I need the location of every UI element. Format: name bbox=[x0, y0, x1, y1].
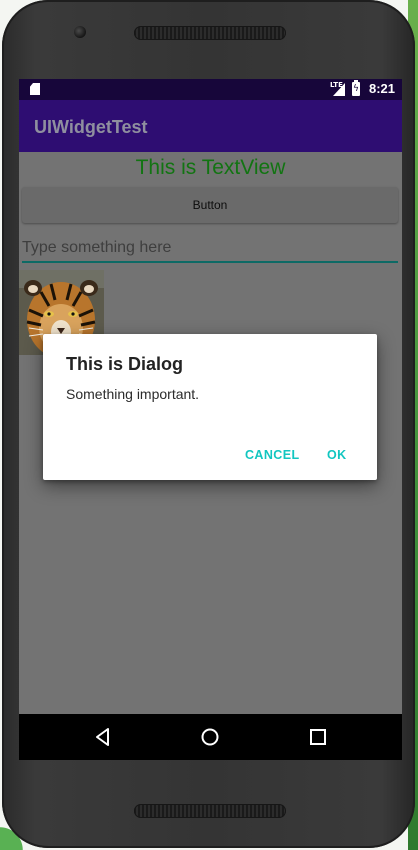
app-title: UIWidgetTest bbox=[34, 117, 148, 137]
back-icon[interactable] bbox=[91, 725, 115, 749]
emulator-stage: LTE ϟ 8:21 UIWidgetTest This is TextView… bbox=[0, 0, 418, 850]
battery-charging-icon: ϟ bbox=[352, 80, 360, 96]
recents-icon[interactable] bbox=[306, 725, 330, 749]
device-screen: LTE ϟ 8:21 UIWidgetTest This is TextView… bbox=[19, 79, 402, 760]
app-bar: UIWidgetTest bbox=[19, 100, 402, 152]
dialog-message: Something important. bbox=[66, 386, 200, 402]
dialog-ok-button[interactable]: OK bbox=[327, 448, 347, 462]
dialog-cancel-button[interactable]: CANCEL bbox=[245, 448, 299, 462]
home-icon[interactable] bbox=[198, 725, 222, 749]
edit-text-field[interactable] bbox=[22, 235, 398, 263]
phone-frame: LTE ϟ 8:21 UIWidgetTest This is TextView… bbox=[2, 0, 415, 848]
sd-card-icon bbox=[30, 83, 40, 95]
network-type-label: LTE bbox=[330, 81, 343, 89]
status-bar: LTE ϟ 8:21 bbox=[19, 79, 402, 100]
main-button[interactable]: Button bbox=[22, 187, 398, 223]
navigation-bar bbox=[19, 714, 402, 760]
bottom-speaker bbox=[134, 804, 286, 818]
dialog-title: This is Dialog bbox=[66, 354, 184, 374]
front-camera bbox=[74, 26, 86, 38]
earpiece-speaker bbox=[134, 26, 286, 40]
status-time: 8:21 bbox=[369, 81, 396, 96]
text-view: This is TextView bbox=[135, 156, 286, 179]
alert-dialog: This is Dialog Something important. CANC… bbox=[43, 334, 377, 480]
